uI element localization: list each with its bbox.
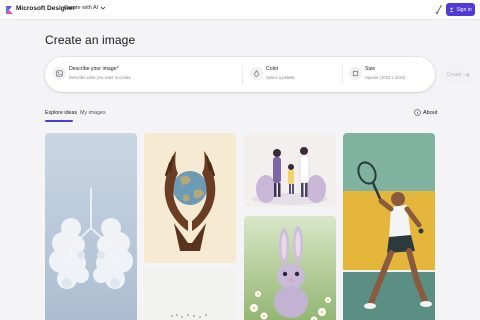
info-icon <box>414 109 421 116</box>
describe-image-field[interactable]: Describe your image* Describe what you w… <box>53 63 233 85</box>
gallery-card-tennis-player[interactable] <box>343 133 435 320</box>
sign-in-button[interactable]: Sign in <box>446 3 475 16</box>
gallery-card-minimal-landscape[interactable] <box>144 270 236 320</box>
page-title: Create an image <box>45 33 136 47</box>
top-bar: Microsoft Designer Create with AI Sign i… <box>0 0 480 20</box>
gallery-card-hands-earth[interactable] <box>144 133 236 263</box>
paintbrush-icon[interactable] <box>434 4 444 15</box>
describe-input[interactable]: Describe what you want to create <box>69 75 131 80</box>
tennis-player-image <box>343 133 435 320</box>
tab-explore-ideas[interactable]: Explore ideas <box>45 110 77 116</box>
droplet-icon-wrap <box>250 67 263 80</box>
cloud-lungs-image <box>45 133 137 320</box>
about-label: About <box>423 109 438 116</box>
active-tab-indicator <box>45 120 73 122</box>
gallery-card-cloud-lungs[interactable] <box>45 133 137 320</box>
sign-in-label: Sign in <box>456 6 472 13</box>
person-icon <box>449 7 454 12</box>
create-with-ai-menu[interactable]: Create with AI <box>64 5 106 11</box>
gallery-card-bunny-flowers[interactable] <box>244 216 336 320</box>
chevron-down-icon <box>100 6 106 10</box>
color-value: Select a palette <box>266 75 295 80</box>
designer-logo-icon[interactable] <box>5 5 14 15</box>
prompt-card: Describe your image* Describe what you w… <box>45 57 474 92</box>
size-value: Square (1024 x 1024) <box>365 75 406 80</box>
minimal-landscape-image <box>144 270 236 320</box>
image-icon <box>56 70 63 77</box>
create-label: Create <box>446 71 462 78</box>
about-button[interactable]: About <box>414 109 437 116</box>
tab-my-images[interactable]: My images <box>80 110 106 116</box>
aspect-ratio-icon <box>352 70 359 77</box>
bunny-flowers-image <box>244 216 336 320</box>
gallery-card-doctors-family[interactable] <box>244 133 336 207</box>
divider <box>242 65 243 84</box>
doctors-family-image <box>244 133 336 207</box>
droplet-icon <box>254 70 259 77</box>
describe-label: Describe your image* <box>69 66 119 72</box>
color-picker[interactable]: Color Select a palette <box>250 63 338 85</box>
arrow-right-icon <box>464 72 469 77</box>
hands-earth-image <box>144 133 236 263</box>
image-icon-wrap <box>53 67 66 80</box>
aspect-ratio-icon-wrap <box>349 67 362 80</box>
create-with-ai-label: Create with AI <box>64 5 99 11</box>
create-button[interactable]: Create <box>442 64 474 85</box>
divider <box>342 65 343 84</box>
size-picker[interactable]: Size Square (1024 x 1024) <box>349 63 437 85</box>
color-label: Color <box>266 66 279 72</box>
size-label: Size <box>365 66 376 72</box>
